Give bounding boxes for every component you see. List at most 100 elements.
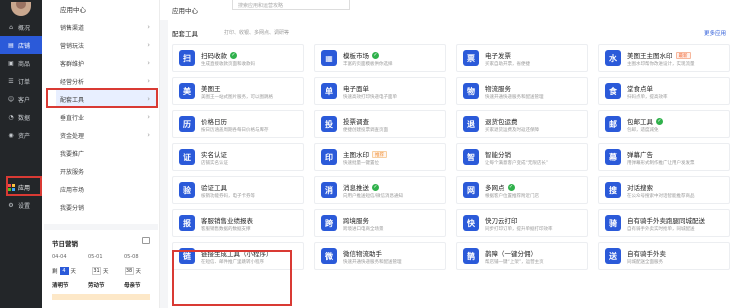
menu-item-marketing[interactable]: 营销玩法 ›	[56, 36, 158, 54]
tool-title: 微信物流助手	[343, 250, 382, 258]
tool-card[interactable]: 鹊鹊障（一键分佣） 帮店铺一键“上架”，运营主页	[456, 242, 588, 270]
menu-item-vertical[interactable]: 垂直行业 ›	[56, 108, 158, 126]
top-bar: 应用中心 搜索应用和运营攻略	[160, 0, 730, 20]
tool-card[interactable]: 票电子发票 买家自助开票，省便捷	[456, 44, 588, 72]
tool-title: 模板市场 ✓	[343, 51, 379, 60]
menu-item-promote[interactable]: 我要推广	[56, 144, 158, 162]
tool-desc: 同步打印订单，提升单据打印效率	[485, 227, 553, 232]
menu-item-label: 应用市场	[60, 186, 85, 194]
panel-title: 配套工具	[172, 30, 198, 38]
menu-item-open-service[interactable]: 开放服务	[56, 162, 158, 180]
menu-item-analysis[interactable]: 经营分析 ›	[56, 72, 158, 90]
more-apps-link[interactable]: 更多应用	[704, 29, 726, 37]
tool-title: 物流服务	[485, 85, 511, 93]
tool-card[interactable]: 印主图水印 推荐 快速批量一键置位	[314, 143, 446, 171]
countdown-days: 38	[124, 267, 134, 275]
data-icon: ◔	[8, 113, 14, 121]
tool-card[interactable]: 物物流服务快速开通快递服务和配送管理	[456, 77, 588, 105]
menu-item-customer-care[interactable]: 客群维护 ›	[56, 54, 158, 72]
tool-card[interactable]: 搜对话搜索 在公众号搜索中对话智能推荐商品	[598, 176, 730, 204]
tool-card[interactable]: 水美图王主图水印 最新 主图水印帮你改进设计，实现流量	[598, 44, 730, 72]
festival-name[interactable]: 母亲节	[124, 281, 141, 289]
tool-card[interactable]: 消消息推送 ✓ 向用户推送短信/微信消息通知	[314, 176, 446, 204]
search-input[interactable]: 搜索应用和运营攻略	[232, 0, 350, 10]
tool-card[interactable]: 历价格日历 按日历涵盖周期各每日价格与库存	[172, 110, 304, 138]
menu-item-app-market[interactable]: 应用市场	[56, 180, 158, 198]
tool-desc: 买家自助开票，省便捷	[485, 62, 530, 67]
tool-card[interactable]: 单电子面单 快速高效打印快递电子面单	[314, 77, 446, 105]
tool-card[interactable]: 扫扫码收款 ✓ 生成直接收款页面和收款码	[172, 44, 304, 72]
nav-label: 应用	[18, 184, 31, 192]
festival-name[interactable]: 清明节	[52, 281, 69, 289]
menu-item-label: 我要分销	[60, 204, 85, 212]
tool-desc: 主图水印帮你改进设计，实现流量	[627, 62, 695, 67]
tool-title: 扫码收款 ✓	[201, 51, 237, 60]
tool-desc: 向用户推送短信/微信消息通知	[343, 194, 404, 199]
tool-title: 快刀云打印	[485, 217, 518, 225]
tool-desc: 扫码点单，提高效率	[627, 95, 668, 100]
tool-title: 弹幕广告	[627, 151, 653, 159]
page-title: 应用中心	[172, 7, 198, 15]
countdown-unit: 天	[103, 269, 109, 275]
tool-card[interactable]: 微微信物流助手 快速开通快递服务和配送管理	[314, 242, 446, 270]
check-icon: ✓	[656, 117, 663, 125]
menu-item-sales-channel[interactable]: 销售渠道 ›	[56, 18, 158, 36]
tool-card[interactable]: 投投票调查 便捷创建投票调查页面	[314, 110, 446, 138]
tool-card[interactable]: ▦ 模板市场 ✓ 丰富的页面模板供你选择	[314, 44, 446, 72]
calendar-icon[interactable]	[142, 237, 150, 244]
tool-title: 退货包运费	[485, 118, 518, 126]
nav-label: 客户	[18, 96, 31, 104]
tool-desc: 核销功能券码，电子卡券等	[201, 194, 255, 199]
nav-assets[interactable]: ◉ 资产	[0, 126, 42, 144]
tool-card[interactable]: 网多网点 ✓ 根据客户位置推荐附近门店	[456, 176, 588, 204]
nav-store[interactable]: ▤ 店铺	[0, 36, 42, 54]
tool-card[interactable]: 证实名认证 店铺实名认证	[172, 143, 304, 171]
menu-item-distribution[interactable]: 我要分销	[56, 198, 158, 216]
order-icon: ☰	[8, 77, 14, 85]
nav-overview[interactable]: ⌂ 概况	[0, 18, 42, 36]
tool-card[interactable]: 美美图王 美图王一站式图片服务，可以图跳格	[172, 77, 304, 105]
tool-card[interactable]: 验验证工具 核销功能券码，电子卡券等	[172, 176, 304, 204]
nav-customers[interactable]: ☺ 客户	[0, 90, 42, 108]
tool-card[interactable]: 跨跨境服务 跨境进口电商全场景	[314, 209, 446, 237]
tool-card[interactable]: 链链接生成工具（小程序） 在短信、邮件推广里跳转小程序	[172, 242, 304, 270]
tool-card[interactable]: 幕弹幕广告 用弹幕形式制作推广让用户发发票	[598, 143, 730, 171]
store-icon: ▤	[8, 41, 14, 49]
festival-banner[interactable]	[52, 294, 150, 300]
nav-settings[interactable]: ⚙ 设置	[0, 196, 42, 214]
tool-card[interactable]: 食堂食点单 扫码点单，提高效率	[598, 77, 730, 105]
tool-card[interactable]: 退退货包运费 买家退货运费及时返还保障	[456, 110, 588, 138]
tool-card[interactable]: 送自有骑手外卖 同城配送全面服务	[598, 242, 730, 270]
tool-desc: 生成直接收款页面和收款码	[201, 62, 255, 67]
nav-label: 商品	[18, 60, 31, 68]
tool-icon: 骑	[605, 215, 621, 231]
tool-card[interactable]: 骑自有骑手外卖跑腿同城配送 自有骑手外卖实时抢单，同城配送	[598, 209, 730, 237]
menu-item-tools[interactable]: 配套工具 ›	[56, 90, 158, 108]
tool-icon: 退	[463, 116, 479, 132]
check-icon: ✓	[372, 51, 379, 59]
tool-icon: 送	[605, 248, 621, 264]
tool-title: 消息推送 ✓	[343, 183, 379, 192]
apps-icon	[7, 183, 15, 191]
festival-name[interactable]: 劳动节	[88, 281, 105, 289]
nav-orders[interactable]: ☰ 订单	[0, 72, 42, 90]
tool-card[interactable]: 报客服销售业绩报表 客服销售数据的数据支撑	[172, 209, 304, 237]
tool-desc: 根据客户位置推荐附近门店	[485, 194, 539, 199]
nav-goods[interactable]: ▣ 商品	[0, 54, 42, 72]
tool-desc: 快速批量一键置位	[343, 161, 379, 166]
customer-icon: ☺	[7, 95, 15, 103]
tool-card[interactable]: 邮包邮工具 ✓ 包邮，适度减免	[598, 110, 730, 138]
avatar[interactable]	[11, 2, 31, 16]
nav-label: 设置	[18, 202, 31, 210]
tool-card[interactable]: 智智能分销 让每个满意客户变成“无限店长”	[456, 143, 588, 171]
tool-desc: 快速开通快递服务和配送管理	[343, 260, 402, 265]
tool-icon: 物	[463, 83, 479, 99]
tool-icon: 食	[605, 83, 621, 99]
menu-item-funds[interactable]: 资金处理 ›	[56, 126, 158, 144]
nav-data[interactable]: ◔ 数据	[0, 108, 42, 126]
tool-badge: 推荐	[372, 150, 387, 158]
tool-card[interactable]: 快快刀云打印 同步打印订单，提升单据打印效率	[456, 209, 588, 237]
tool-desc: 快速开通快递服务和配送管理	[485, 95, 544, 100]
menu-item-label: 销售渠道	[60, 24, 85, 32]
nav-apps[interactable]: 应用	[0, 178, 42, 196]
